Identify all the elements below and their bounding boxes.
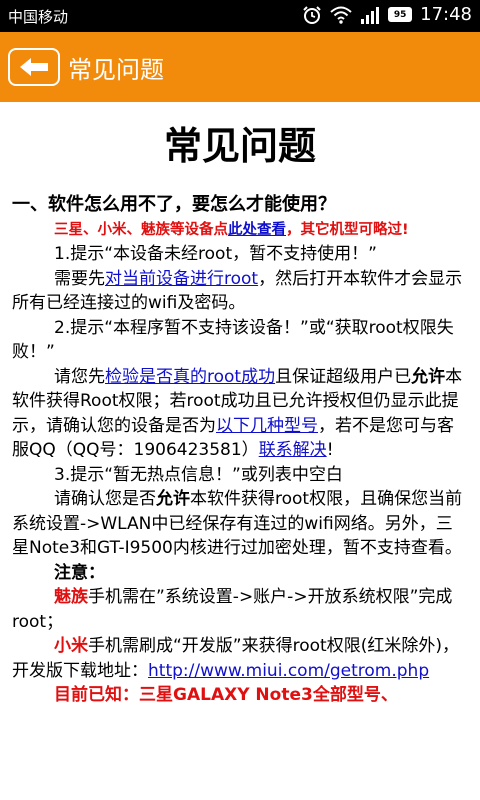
tip-3-title: 3.提示“暂无热点信息！”或列表中空白 — [54, 464, 343, 485]
notice-label: 注意： — [12, 561, 468, 586]
tip-2-allow: 允许 — [411, 366, 446, 387]
models-link[interactable]: 以下几种型号 — [216, 416, 318, 436]
xiaomi-note: 小米手机需刷成“开发版”来获得root权限(红米除外)，开发版下载地址：http… — [12, 634, 468, 683]
meizu-note: 魅族手机需在”系统设置->账户->开放系统权限”完成root； — [12, 585, 468, 634]
tip-3-allow: 允许 — [156, 489, 190, 510]
back-button[interactable] — [8, 48, 60, 86]
verify-root-link[interactable]: 检验是否真的root成功 — [105, 367, 275, 387]
known-models: 目前已知：三星GALAXY Note3全部型号、 — [12, 683, 468, 708]
tip-3-text: 请确认您是否 — [54, 489, 156, 510]
status-icons: 95 17:48 — [302, 4, 472, 25]
miui-download-link[interactable]: http://www.miui.com/getrom.php — [148, 661, 429, 681]
tip-1-title: 1.提示“本设备未经root，暂不支持使用！” — [54, 244, 377, 265]
meizu-label: 魅族 — [54, 587, 88, 608]
question-1: 一、软件怎么用不了，要怎么才能使用？ — [12, 193, 336, 215]
device-note-tail: ，其它机型可略过! — [286, 221, 409, 238]
device-note-text: 三星、小米、魅族等设备点 — [54, 221, 228, 238]
tip-2-title: 2.提示“本程序暂不支持该设备！”或“获取root权限失败！” — [12, 317, 454, 363]
clock: 17:48 — [420, 4, 472, 25]
faq-content: 常见问题 一、软件怎么用不了，要怎么才能使用？ 三星、小米、魅族等设备点此处查看… — [0, 102, 480, 708]
tip-2-text: 请您先 — [54, 366, 105, 387]
tip-2-body: 请您先检验是否真的root成功且保证超级用户已允许本软件获得Root权限；若ro… — [12, 365, 468, 463]
alarm-icon — [303, 5, 321, 24]
view-here-link[interactable]: 此处查看 — [228, 222, 286, 238]
back-arrow-icon — [20, 58, 48, 76]
xiaomi-label: 小米 — [54, 636, 88, 657]
title-bar: 常见问题 — [0, 32, 480, 102]
status-bar: 中国移动 95 17:48 — [0, 0, 480, 32]
notice-text: 注意： — [54, 562, 105, 583]
carrier-name: 中国移动 — [8, 8, 69, 26]
tip-1-text: 需要先 — [54, 268, 105, 289]
contact-link[interactable]: 联系解决 — [259, 440, 327, 460]
tip-2-text-b: 且保证超级用户已 — [275, 366, 412, 387]
device-note: 三星、小米、魅族等设备点此处查看，其它机型可略过! — [12, 218, 468, 243]
known-models-text: 目前已知：三星GALAXY Note3全部型号、 — [54, 685, 398, 706]
tip-3-body: 请确认您是否允许本软件获得root权限，且确保您当前系统设置->WLAN中已经保… — [12, 487, 468, 561]
faq-heading: 常见问题 — [163, 124, 316, 168]
wifi-icon — [330, 6, 352, 24]
battery-icon: 95 — [388, 7, 413, 22]
root-device-link[interactable]: 对当前设备进行root — [105, 269, 258, 289]
tip-1-body: 需要先对当前设备进行root，然后打开本软件才会显示所有已经连接过的wifi及密… — [12, 267, 468, 316]
signal-icon — [361, 6, 380, 24]
page-title: 常见问题 — [68, 55, 164, 84]
tip-2-text-e: ! — [326, 440, 334, 461]
